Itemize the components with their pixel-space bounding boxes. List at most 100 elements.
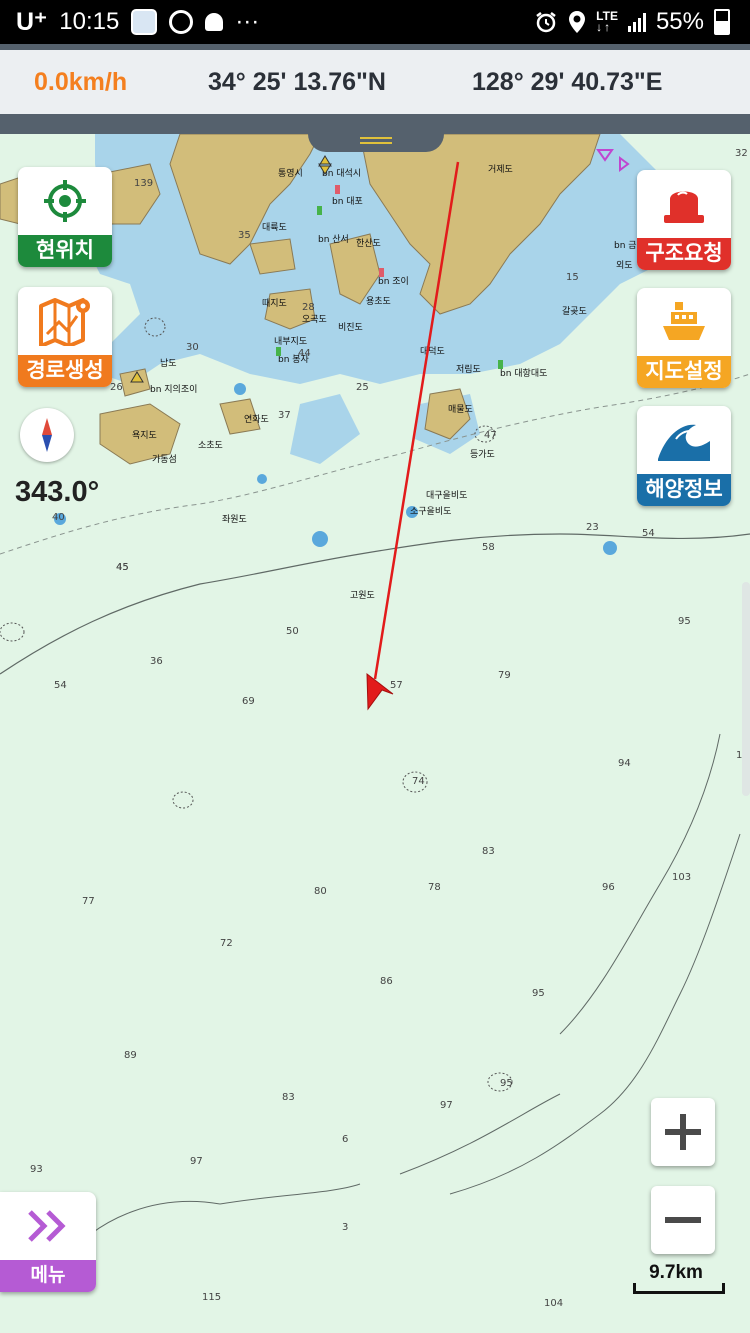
ship-icon: [637, 288, 731, 356]
menu-button[interactable]: 메뉴: [0, 1192, 96, 1292]
place-name-label: bn 지의조이: [150, 384, 197, 395]
place-name-label: 고원도: [350, 590, 375, 601]
place-name-label: 용초도: [366, 296, 391, 307]
depth-sounding: 30: [186, 342, 199, 353]
map-scale-label: 9.7km: [649, 1262, 703, 1283]
map-settings-label: 지도설정: [637, 356, 731, 388]
depth-sounding: 58: [482, 542, 495, 553]
depth-sounding: 54: [54, 680, 67, 691]
depth-sounding: 40: [52, 512, 65, 523]
depth-sounding: 93: [30, 1164, 43, 1175]
place-name-label: 소초도: [198, 440, 223, 451]
place-name-label: 욕지도: [132, 430, 157, 441]
depth-sounding: 97: [190, 1156, 203, 1167]
place-name-label: 한산도: [356, 238, 381, 249]
place-name-label: 내부지도: [274, 336, 307, 347]
place-name-label: 갈곶도: [562, 306, 587, 317]
map-scrollbar[interactable]: [742, 582, 750, 796]
minus-icon: [665, 1217, 701, 1223]
place-name-label: 비진도: [338, 322, 363, 333]
map-scale-bar: [633, 1283, 725, 1294]
clock: 10:15: [59, 8, 120, 35]
person-notification-icon: [205, 13, 224, 31]
reef-marker: [257, 474, 267, 484]
battery-percent: 55%: [655, 8, 704, 35]
buoy-icon: [498, 360, 503, 369]
zoom-in-button[interactable]: [651, 1098, 715, 1166]
longitude-readout: 128° 29' 40.73"E: [472, 67, 663, 96]
depth-sounding: 103: [672, 872, 691, 883]
depth-sounding: 80: [314, 886, 327, 897]
battery-icon: [714, 9, 730, 35]
depth-sounding: 77: [82, 896, 95, 907]
target-icon: [18, 167, 112, 235]
map-settings-button[interactable]: 지도설정: [637, 288, 731, 388]
depth-sounding: 78: [428, 882, 441, 893]
buoy-icon: [379, 268, 384, 277]
place-name-label: bn 금: [614, 240, 637, 251]
place-name-label: bn 조이: [378, 276, 409, 287]
depth-sounding: 15: [566, 272, 579, 283]
more-notifications-icon: ···: [235, 8, 260, 35]
menu-label: 메뉴: [0, 1260, 96, 1292]
depth-sounding: 3: [342, 1222, 348, 1233]
depth-sounding: 32: [735, 148, 748, 159]
location-icon: [569, 11, 586, 33]
carrier-label: U⁺: [16, 8, 48, 36]
depth-sounding: 95: [500, 1078, 513, 1089]
rescue-request-label: 구조요청: [637, 238, 731, 270]
top-panel-drag-handle[interactable]: [308, 132, 444, 152]
place-name-label: 통영시: [278, 168, 303, 179]
zoom-out-button[interactable]: [651, 1186, 715, 1254]
buoy-icon: [276, 347, 281, 356]
heading-readout: 343.0°: [15, 476, 100, 508]
place-name-label: 좌원도: [222, 514, 247, 525]
depth-sounding: 25: [356, 382, 369, 393]
place-name-label: 대덕도: [420, 346, 445, 357]
siren-icon: [637, 170, 731, 238]
route-map-icon: [18, 287, 112, 355]
depth-sounding: 104: [544, 1298, 563, 1309]
ocean-info-button[interactable]: 해양정보: [637, 406, 731, 506]
b-app-icon: [169, 10, 194, 34]
depth-sounding: 37: [278, 410, 291, 421]
depth-sounding: 72: [220, 938, 233, 949]
depth-sounding: 28: [302, 302, 315, 313]
reef-marker: [312, 531, 328, 547]
reef-marker: [234, 383, 246, 395]
place-name-label: bn 대포: [332, 196, 363, 207]
current-location-button[interactable]: 현위치: [18, 167, 112, 267]
depth-sounding: 69: [242, 696, 255, 707]
depth-sounding: 36: [150, 656, 163, 667]
signal-icon: [627, 12, 646, 32]
place-name-label: 연화도: [244, 414, 269, 425]
depth-sounding: 6: [342, 1134, 348, 1145]
route-create-button[interactable]: 경로생성: [18, 287, 112, 387]
place-name-label: bn 산서: [318, 234, 349, 245]
depth-sounding: 54: [642, 528, 655, 539]
place-name-label: 때지도: [262, 298, 287, 309]
coordinate-panel: 0.0km/h 34° 25' 13.76"N 128° 29' 40.73"E: [0, 50, 750, 114]
place-name-label: 대륙도: [262, 222, 287, 233]
compass-needle-icon: [42, 418, 52, 452]
coordinate-bar: 0.0km/h 34° 25' 13.76"N 128° 29' 40.73"E: [0, 44, 750, 134]
compass-button[interactable]: [20, 408, 74, 462]
depth-sounding: 86: [380, 976, 393, 987]
place-name-label: 오곡도: [302, 314, 327, 325]
depth-sounding: 44: [298, 348, 311, 359]
wave-icon: [637, 406, 731, 474]
depth-sounding: 45: [116, 562, 129, 573]
rescue-request-button[interactable]: 구조요청: [637, 170, 731, 270]
latitude-readout: 34° 25' 13.76"N: [208, 67, 386, 96]
alarm-icon: [536, 12, 556, 33]
depth-sounding: 97: [440, 1100, 453, 1111]
place-name-label: 외도: [616, 259, 633, 271]
depth-sounding: 115: [202, 1292, 221, 1303]
app-notification-icon: [131, 9, 158, 35]
current-location-label: 현위치: [18, 235, 112, 267]
ocean-info-label: 해양정보: [637, 474, 731, 506]
place-name-label: 저림도: [456, 363, 481, 375]
depth-sounding: 83: [482, 846, 495, 857]
place-name-label: 대구을비도: [426, 490, 467, 501]
depth-sounding: 94: [618, 758, 631, 769]
